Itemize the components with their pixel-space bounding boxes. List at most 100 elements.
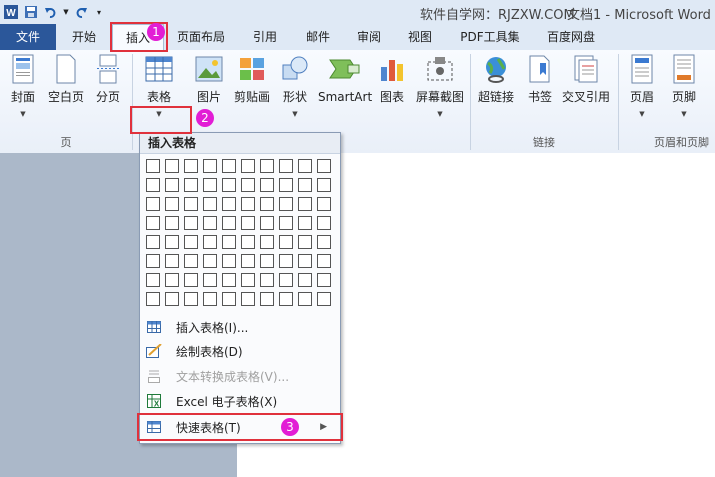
table-grid-cell[interactable] <box>260 235 274 249</box>
table-grid-cell[interactable] <box>241 273 255 287</box>
table-grid-cell[interactable] <box>184 216 198 230</box>
table-grid-cell[interactable] <box>184 178 198 192</box>
table-grid-cell[interactable] <box>279 178 293 192</box>
tab-file[interactable]: 文件 <box>0 24 56 50</box>
header-button[interactable]: 页眉 ▼ <box>624 52 660 118</box>
table-grid-cell[interactable] <box>317 254 331 268</box>
picture-button[interactable]: 图片 <box>191 52 227 104</box>
table-grid-cell[interactable] <box>203 273 217 287</box>
table-grid-cell[interactable] <box>260 254 274 268</box>
table-size-grid[interactable] <box>146 159 336 311</box>
table-grid-cell[interactable] <box>222 235 236 249</box>
table-grid-cell[interactable] <box>241 235 255 249</box>
table-grid-cell[interactable] <box>298 197 312 211</box>
table-grid-cell[interactable] <box>222 254 236 268</box>
draw-table-item[interactable]: 绘制表格(D) <box>141 339 339 363</box>
table-grid-cell[interactable] <box>298 216 312 230</box>
table-grid-cell[interactable] <box>241 216 255 230</box>
table-grid-cell[interactable] <box>279 197 293 211</box>
table-grid-cell[interactable] <box>203 235 217 249</box>
table-grid-cell[interactable] <box>279 235 293 249</box>
excel-spreadsheet-item[interactable]: X Excel 电子表格(X) <box>141 389 339 413</box>
table-grid-cell[interactable] <box>279 292 293 306</box>
footer-button[interactable]: 页脚 ▼ <box>666 52 702 118</box>
table-grid-cell[interactable] <box>317 178 331 192</box>
table-grid-cell[interactable] <box>317 273 331 287</box>
table-grid-cell[interactable] <box>279 254 293 268</box>
table-grid-cell[interactable] <box>203 197 217 211</box>
table-grid-cell[interactable] <box>165 273 179 287</box>
tab-pdf-tools[interactable]: PDF工具集 <box>449 24 531 50</box>
table-grid-cell[interactable] <box>203 159 217 173</box>
table-grid-cell[interactable] <box>298 254 312 268</box>
table-grid-cell[interactable] <box>317 235 331 249</box>
table-grid-cell[interactable] <box>165 292 179 306</box>
table-grid-cell[interactable] <box>184 292 198 306</box>
table-grid-cell[interactable] <box>298 178 312 192</box>
table-grid-cell[interactable] <box>184 159 198 173</box>
table-grid-cell[interactable] <box>146 235 160 249</box>
undo-icon[interactable] <box>42 3 60 21</box>
undo-dropdown-icon[interactable]: ▼ <box>62 3 70 21</box>
table-grid-cell[interactable] <box>317 159 331 173</box>
table-grid-cell[interactable] <box>241 178 255 192</box>
table-grid-cell[interactable] <box>241 254 255 268</box>
table-grid-cell[interactable] <box>317 197 331 211</box>
table-grid-cell[interactable] <box>222 216 236 230</box>
table-grid-cell[interactable] <box>222 178 236 192</box>
table-grid-cell[interactable] <box>260 178 274 192</box>
table-grid-cell[interactable] <box>279 216 293 230</box>
table-grid-cell[interactable] <box>222 197 236 211</box>
table-grid-cell[interactable] <box>203 292 217 306</box>
blank-page-button[interactable]: 空白页 <box>45 52 87 104</box>
shapes-button[interactable]: 形状 ▼ <box>277 52 313 118</box>
table-grid-cell[interactable] <box>241 292 255 306</box>
tab-mailings[interactable]: 邮件 <box>293 24 343 50</box>
table-grid-cell[interactable] <box>298 273 312 287</box>
table-grid-cell[interactable] <box>279 273 293 287</box>
tab-view[interactable]: 视图 <box>397 24 443 50</box>
table-grid-cell[interactable] <box>146 197 160 211</box>
save-icon[interactable] <box>22 3 40 21</box>
table-grid-cell[interactable] <box>260 216 274 230</box>
table-grid-cell[interactable] <box>222 292 236 306</box>
table-grid-cell[interactable] <box>279 159 293 173</box>
table-grid-cell[interactable] <box>146 273 160 287</box>
table-grid-cell[interactable] <box>165 216 179 230</box>
table-grid-cell[interactable] <box>165 235 179 249</box>
smartart-button[interactable]: SmartArt <box>318 52 372 104</box>
page-break-button[interactable]: 分页 <box>90 52 126 104</box>
table-grid-cell[interactable] <box>298 292 312 306</box>
tab-home[interactable]: 开始 <box>58 24 110 50</box>
table-grid-cell[interactable] <box>165 197 179 211</box>
tab-review[interactable]: 审阅 <box>346 24 392 50</box>
table-grid-cell[interactable] <box>184 254 198 268</box>
tab-page-layout[interactable]: 页面布局 <box>168 24 234 50</box>
table-grid-cell[interactable] <box>241 159 255 173</box>
insert-table-item[interactable]: 插入表格(I)... <box>141 315 339 339</box>
table-grid-cell[interactable] <box>165 254 179 268</box>
table-grid-cell[interactable] <box>165 159 179 173</box>
table-grid-cell[interactable] <box>146 216 160 230</box>
table-grid-cell[interactable] <box>260 292 274 306</box>
table-grid-cell[interactable] <box>298 159 312 173</box>
chart-button[interactable]: 图表 <box>374 52 410 104</box>
cross-reference-button[interactable]: 交叉引用 <box>560 52 612 104</box>
table-grid-cell[interactable] <box>222 273 236 287</box>
table-grid-cell[interactable] <box>184 273 198 287</box>
screenshot-button[interactable]: 屏幕截图 ▼ <box>414 52 466 118</box>
table-grid-cell[interactable] <box>184 235 198 249</box>
cover-page-button[interactable]: 封面 ▼ <box>5 52 41 118</box>
table-grid-cell[interactable] <box>260 197 274 211</box>
table-grid-cell[interactable] <box>203 216 217 230</box>
table-grid-cell[interactable] <box>146 292 160 306</box>
tab-baidu-netdisk[interactable]: 百度网盘 <box>534 24 608 50</box>
table-grid-cell[interactable] <box>317 292 331 306</box>
tab-references[interactable]: 引用 <box>240 24 290 50</box>
table-grid-cell[interactable] <box>146 254 160 268</box>
customize-toolbar-icon[interactable]: ▾ <box>92 3 106 21</box>
table-grid-cell[interactable] <box>165 178 179 192</box>
table-grid-cell[interactable] <box>184 197 198 211</box>
table-grid-cell[interactable] <box>203 254 217 268</box>
redo-icon[interactable] <box>72 3 90 21</box>
